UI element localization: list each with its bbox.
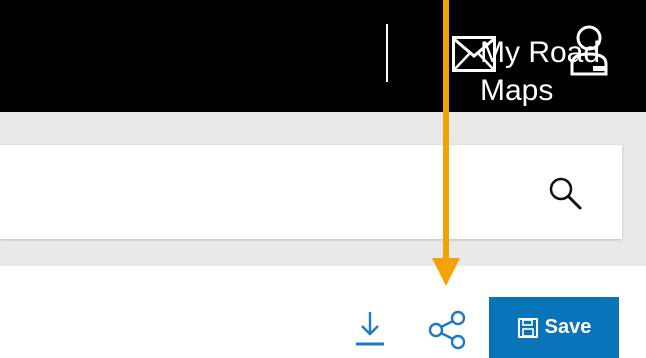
floppy-disk-icon	[517, 317, 538, 338]
search-box[interactable]	[0, 145, 622, 241]
search-icon[interactable]	[548, 176, 582, 210]
save-button-label: Save	[544, 316, 592, 338]
save-button[interactable]: Save	[489, 297, 619, 358]
download-icon[interactable]	[352, 310, 388, 350]
share-icon[interactable]	[426, 310, 468, 350]
page: My Road Maps Save	[0, 0, 646, 358]
my-road-maps-link[interactable]: My Road Maps	[480, 34, 646, 110]
nav-divider	[386, 24, 388, 82]
mail-icon[interactable]	[452, 36, 496, 72]
user-icon[interactable]	[568, 24, 610, 78]
top-nav-bar: My Road Maps	[0, 0, 646, 112]
search-input[interactable]	[12, 145, 516, 241]
